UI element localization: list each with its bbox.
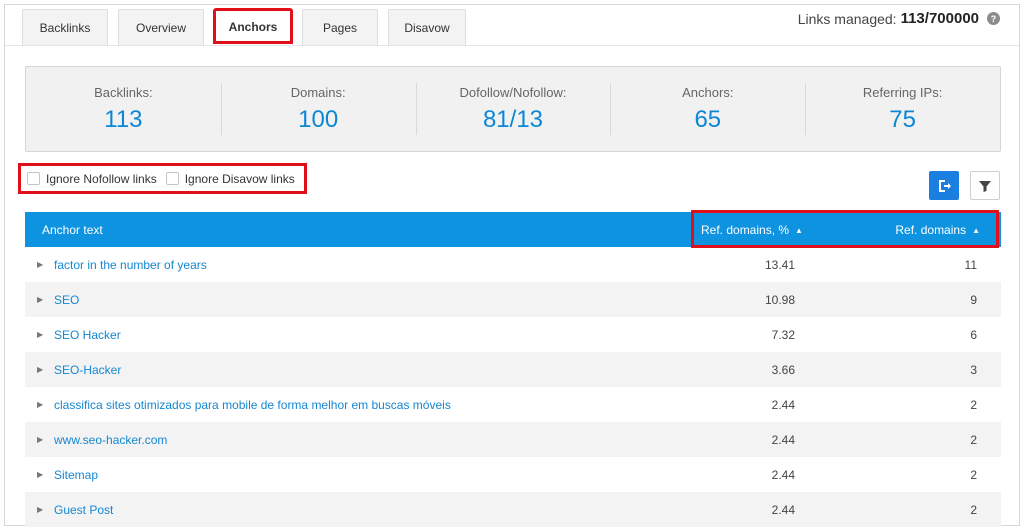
- anchor-link[interactable]: Sitemap: [54, 468, 98, 482]
- tab-disavow[interactable]: Disavow: [388, 9, 466, 45]
- ref-domains-pct: 2.44: [771, 432, 795, 447]
- expand-arrow-icon[interactable]: ▶: [37, 505, 43, 514]
- expand-arrow-icon[interactable]: ▶: [37, 435, 43, 444]
- anchor-link[interactable]: classifica sites otimizados para mobile …: [54, 398, 451, 412]
- stat-value: 81/13: [482, 105, 544, 133]
- stat-label: Domains:: [290, 84, 346, 100]
- stat-anchors: Anchors: 65: [610, 67, 805, 151]
- checkbox-box[interactable]: [165, 172, 179, 185]
- anchor-link[interactable]: SEO-Hacker: [54, 363, 121, 377]
- filter-button[interactable]: [970, 171, 1000, 200]
- stat-label: Dofollow/Nofollow:: [459, 84, 567, 100]
- ref-domains-count: 2: [970, 467, 977, 482]
- ref-domains-count: 3: [970, 362, 977, 377]
- expand-arrow-icon[interactable]: ▶: [37, 365, 43, 374]
- expand-arrow-icon[interactable]: ▶: [37, 470, 43, 479]
- expand-arrow-icon[interactable]: ▶: [37, 295, 43, 304]
- table-header: Anchor text Ref. domains, % ▲ Ref. domai…: [25, 210, 1001, 248]
- table-row[interactable]: ▶ Guest Post 2.44 2: [25, 492, 1001, 527]
- table-row[interactable]: ▶ SEO Hacker 7.32 6: [25, 317, 1001, 352]
- stat-domains: Domains: 100: [220, 67, 416, 151]
- ref-domains-count: 2: [970, 397, 977, 412]
- checkbox-label: Ignore Disavow links: [184, 171, 295, 186]
- filter-options: Ignore Nofollow links Ignore Disavow lin…: [18, 163, 307, 194]
- tab-anchors[interactable]: Anchors: [213, 8, 293, 44]
- anchor-link[interactable]: SEO: [54, 293, 79, 307]
- stat-value: 75: [889, 105, 916, 133]
- ignore-nofollow-checkbox[interactable]: Ignore Nofollow links: [27, 172, 157, 186]
- anchor-link[interactable]: Guest Post: [54, 503, 113, 517]
- ignore-disavow-checkbox[interactable]: Ignore Disavow links: [165, 171, 295, 186]
- anchor-link[interactable]: www.seo-hacker.com: [54, 433, 167, 447]
- ref-domains-count: 6: [970, 327, 977, 342]
- stat-value: 113: [104, 105, 143, 133]
- stat-referring-ips: Referring IPs: 75: [805, 67, 1000, 151]
- links-managed: Links managed: 113/700000 ?: [798, 10, 1000, 27]
- expand-arrow-icon[interactable]: ▶: [37, 260, 43, 269]
- highlight-box: [691, 210, 999, 248]
- table-row[interactable]: ▶ classifica sites otimizados para mobil…: [25, 387, 1001, 422]
- expand-arrow-icon[interactable]: ▶: [37, 330, 43, 339]
- tab-backlinks[interactable]: Backlinks: [22, 9, 108, 45]
- links-managed-label: Links managed:: [797, 10, 897, 27]
- table-row[interactable]: ▶ www.seo-hacker.com 2.44 2: [25, 422, 1001, 457]
- ref-domains-pct: 2.44: [771, 502, 795, 517]
- ref-domains-count: 11: [964, 257, 977, 272]
- ref-domains-count: 2: [970, 432, 977, 447]
- stat-label: Referring IPs:: [862, 84, 943, 100]
- links-managed-value: 113/700000: [900, 10, 979, 27]
- ref-domains-pct: 7.32: [771, 327, 795, 342]
- ref-domains-count: 2: [970, 502, 977, 517]
- stat-value: 65: [694, 105, 722, 133]
- checkbox-box[interactable]: [27, 172, 40, 185]
- expand-arrow-icon[interactable]: ▶: [37, 400, 43, 409]
- stat-label: Backlinks:: [94, 84, 153, 100]
- table-row[interactable]: ▶ SEO-Hacker 3.66 3: [25, 352, 1001, 387]
- ref-domains-pct: 2.44: [771, 397, 795, 412]
- stat-dofollow-nofollow: Dofollow/Nofollow: 81/13: [415, 67, 611, 151]
- table-row[interactable]: ▶ factor in the number of years 13.41 11: [25, 247, 1001, 282]
- tab-divider: [5, 45, 1019, 46]
- header-anchor-text[interactable]: Anchor text: [42, 223, 103, 237]
- ref-domains-pct: 13.41: [764, 257, 795, 272]
- tab-overview[interactable]: Overview: [118, 9, 204, 45]
- question-circle-icon[interactable]: ?: [987, 12, 1000, 25]
- anchors-table: Anchor text Ref. domains, % ▲ Ref. domai…: [25, 210, 1001, 527]
- anchor-link[interactable]: factor in the number of years: [54, 258, 207, 272]
- anchor-link[interactable]: SEO Hacker: [54, 328, 121, 342]
- ref-domains-count: 9: [970, 292, 977, 307]
- stats-panel: Backlinks: 113 Domains: 100 Dofollow/Nof…: [25, 66, 1001, 152]
- funnel-icon: [979, 180, 991, 192]
- tab-pages[interactable]: Pages: [302, 9, 378, 45]
- checkbox-label: Ignore Nofollow links: [46, 171, 157, 186]
- table-row[interactable]: ▶ SEO 10.98 9: [25, 282, 1001, 317]
- ref-domains-pct: 10.98: [764, 292, 795, 307]
- stat-backlinks: Backlinks: 113: [26, 67, 221, 151]
- ref-domains-pct: 3.66: [771, 362, 795, 377]
- export-button[interactable]: [929, 171, 959, 200]
- export-icon: [939, 179, 951, 192]
- table-row[interactable]: ▶ Sitemap 2.44 2: [25, 457, 1001, 492]
- stat-value: 100: [298, 105, 339, 133]
- tab-bar: Backlinks Overview Anchors Pages Disavow: [22, 8, 476, 45]
- ref-domains-pct: 2.44: [771, 467, 795, 482]
- stat-label: Anchors:: [682, 84, 734, 100]
